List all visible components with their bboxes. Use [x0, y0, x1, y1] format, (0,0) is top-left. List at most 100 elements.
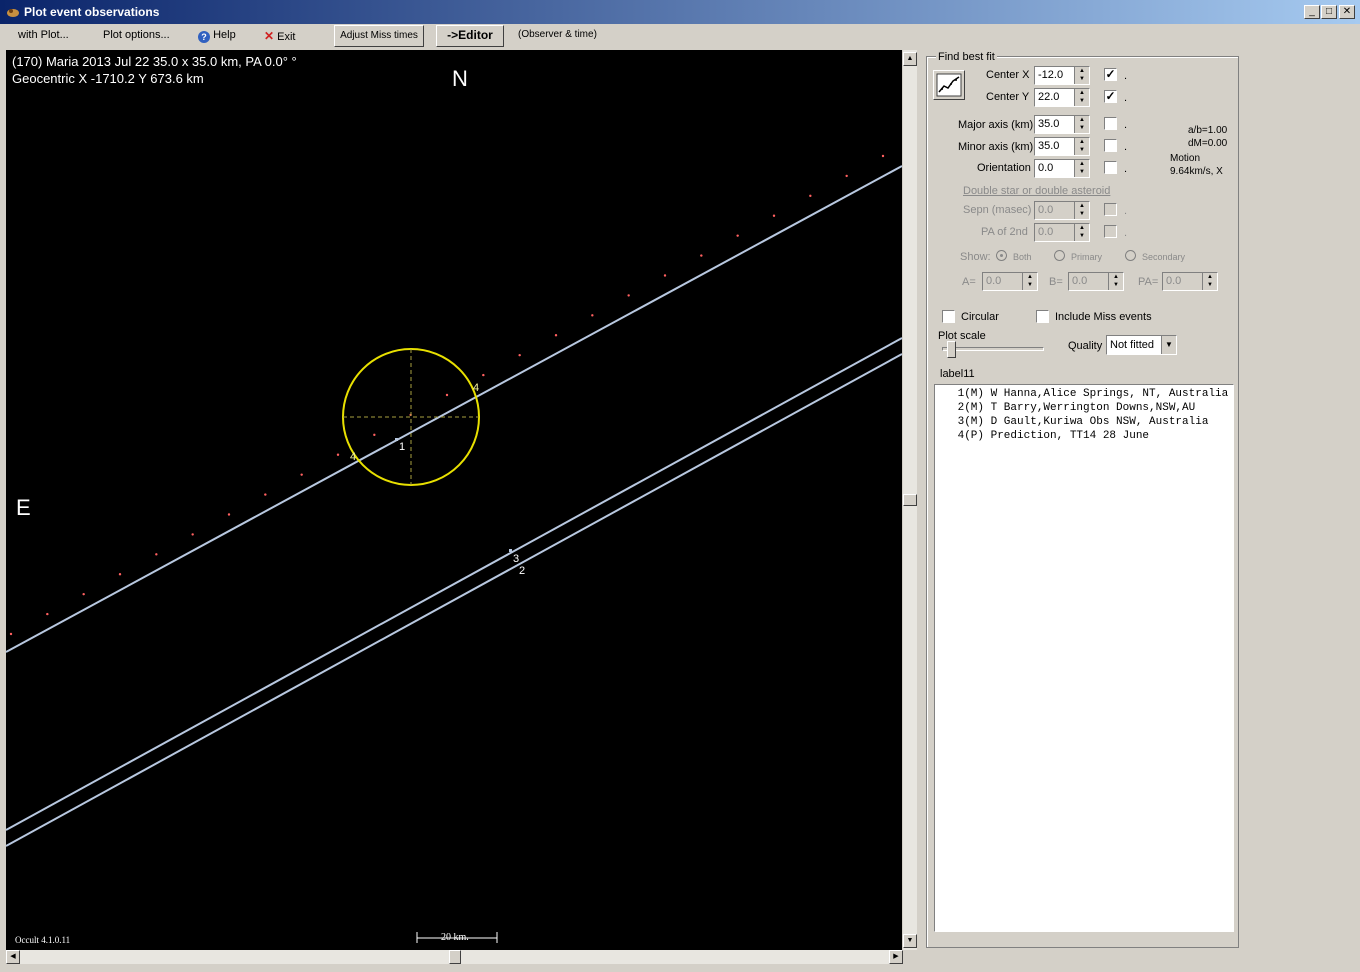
chord-label-1: 1	[399, 441, 406, 453]
prediction-dot	[482, 373, 485, 377]
include-miss-checkbox[interactable]	[1036, 310, 1049, 323]
find-best-fit-label: Find best fit	[936, 51, 997, 63]
plot-vertical-scrollbar[interactable]: ▲ ▼	[903, 50, 917, 950]
horizontal-scroll-thumb[interactable]	[449, 950, 461, 964]
title-bar: Plot event observations _ □ ✕	[0, 0, 1360, 24]
spin-arrows-icon[interactable]: ▲ ▼	[1074, 116, 1089, 133]
scroll-left-icon[interactable]: ◀	[6, 950, 20, 964]
menu-help[interactable]: ? Help	[198, 29, 236, 43]
spin-arrows-icon[interactable]: ▲ ▼	[1074, 89, 1089, 106]
b-label: B=	[1049, 276, 1063, 288]
spin-arrows-icon[interactable]: ▲ ▼	[1074, 138, 1089, 155]
observers-list[interactable]: 1(M) W Hanna,Alice Springs, NT, Australi…	[934, 384, 1234, 932]
center-y-value: 22.0	[1038, 91, 1060, 103]
center-x-spinner[interactable]: -12.0 ▲ ▼	[1034, 66, 1090, 85]
spin-arrows-icon[interactable]: ▲ ▼	[1022, 273, 1037, 290]
prediction-dot	[264, 493, 267, 496]
ab-ratio: a/b=1.00	[1188, 125, 1228, 136]
center-y-spinner[interactable]: 22.0 ▲ ▼	[1034, 88, 1090, 107]
pa2-checkbox[interactable]	[1104, 225, 1117, 238]
scroll-right-icon[interactable]: ▶	[889, 950, 903, 964]
sepn-spinner[interactable]: 0.0 ▲ ▼	[1034, 201, 1090, 220]
label11: label11	[940, 368, 975, 380]
prediction-dot	[336, 453, 340, 456]
major-axis-checkbox[interactable]	[1104, 117, 1117, 130]
plot-graphics	[6, 154, 902, 943]
menu-plot-options[interactable]: Plot options...	[103, 29, 170, 41]
window-title: Plot event observations	[24, 5, 160, 19]
list-item[interactable]: 3(M) D Gault,Kuriwa Obs NSW, Australia	[935, 415, 1233, 429]
menu-exit[interactable]: ✕ Exit	[264, 29, 295, 43]
quality-select[interactable]: Not fitted ▼	[1106, 335, 1177, 355]
plot-canvas[interactable]: (170) Maria 2013 Jul 22 35.0 x 35.0 km, …	[6, 50, 902, 950]
pa-value: 0.0	[1166, 275, 1182, 287]
vertical-scroll-thumb[interactable]	[903, 494, 917, 506]
spin-arrows-icon[interactable]: ▲ ▼	[1074, 160, 1089, 177]
spin-arrows-icon[interactable]: ▲ ▼	[1074, 67, 1089, 84]
pa2-label: PA of 2nd	[981, 226, 1028, 238]
prediction-dot	[155, 553, 158, 556]
prediction-dot	[191, 533, 194, 536]
scroll-down-icon[interactable]: ▼	[903, 934, 917, 948]
minimize-button[interactable]: _	[1304, 5, 1320, 19]
prediction-dot	[373, 433, 376, 437]
plot-horizontal-scrollbar[interactable]: ◀ ▶	[6, 950, 903, 964]
show-secondary-radio[interactable]	[1125, 250, 1136, 261]
menu-exit-label: Exit	[277, 31, 296, 43]
fit-button[interactable]	[933, 70, 965, 100]
list-item[interactable]: 4(P) Prediction, TT14 28 June	[935, 429, 1233, 443]
prediction-dot	[554, 334, 558, 337]
a-spinner[interactable]: 0.0 ▲ ▼	[982, 272, 1038, 291]
prediction-dot	[663, 274, 667, 277]
center-y-label: Center Y	[986, 91, 1030, 103]
center-y-checkbox[interactable]: ✓	[1104, 90, 1117, 103]
major-axis-spinner[interactable]: 35.0 ▲ ▼	[1034, 115, 1090, 134]
close-button[interactable]: ✕	[1339, 5, 1355, 19]
chord-label-2: 2	[519, 565, 526, 577]
editor-button[interactable]: ->Editor	[436, 25, 504, 47]
prediction-dot	[46, 612, 49, 616]
show-primary-radio[interactable]	[1054, 250, 1065, 261]
show-both-radio[interactable]	[996, 250, 1007, 261]
scale-label: 20 km.	[441, 932, 469, 943]
prediction-dot	[591, 314, 594, 317]
pa-spinner[interactable]: 0.0 ▲ ▼	[1162, 272, 1218, 291]
chevron-down-icon[interactable]: ▼	[1161, 336, 1176, 354]
motion-value: 9.64km/s, X	[1170, 166, 1223, 177]
spin-arrows-icon[interactable]: ▲ ▼	[1202, 273, 1217, 290]
scroll-up-icon[interactable]: ▲	[903, 52, 917, 66]
chord-3	[6, 337, 902, 831]
spin-arrows-icon[interactable]: ▲ ▼	[1074, 202, 1089, 219]
menu-with-plot[interactable]: with Plot...	[18, 29, 69, 41]
prediction-dot	[736, 234, 739, 237]
plot-scale-handle[interactable]	[947, 341, 956, 358]
prediction-dot	[82, 592, 85, 596]
chord-1	[6, 165, 902, 653]
a-value: 0.0	[986, 275, 1002, 287]
orientation-checkbox[interactable]	[1104, 161, 1117, 174]
b-spinner[interactable]: 0.0 ▲ ▼	[1068, 272, 1124, 291]
circular-label: Circular	[961, 311, 999, 323]
sepn-checkbox[interactable]	[1104, 203, 1117, 216]
major-axis-value: 35.0	[1038, 118, 1060, 130]
plot-scale-slider[interactable]	[942, 347, 1044, 351]
minor-axis-checkbox[interactable]	[1104, 139, 1117, 152]
center-x-checkbox[interactable]: ✓	[1104, 68, 1117, 81]
adjust-miss-times-button[interactable]: Adjust Miss times	[334, 25, 424, 47]
pa-label: PA=	[1138, 276, 1159, 288]
list-item[interactable]: 2(M) T Barry,Werrington Downs,NSW,AU	[935, 401, 1233, 415]
circular-checkbox[interactable]	[942, 310, 955, 323]
minor-axis-label: Minor axis (km)	[958, 141, 1034, 153]
maximize-button[interactable]: □	[1321, 5, 1337, 19]
orientation-spinner[interactable]: 0.0 ▲ ▼	[1034, 159, 1090, 178]
pa2-spinner[interactable]: 0.0 ▲ ▼	[1034, 223, 1090, 242]
chord-label-4b: 4	[350, 451, 357, 463]
chord-2	[6, 353, 902, 847]
east-label: E	[16, 495, 31, 520]
minor-axis-spinner[interactable]: 35.0 ▲ ▼	[1034, 137, 1090, 156]
show-both-label: Both	[1013, 252, 1032, 262]
spin-arrows-icon[interactable]: ▲ ▼	[1074, 224, 1089, 241]
chart-fit-icon	[936, 73, 962, 97]
list-item[interactable]: 1(M) W Hanna,Alice Springs, NT, Australi…	[935, 387, 1233, 401]
spin-arrows-icon[interactable]: ▲ ▼	[1108, 273, 1123, 290]
